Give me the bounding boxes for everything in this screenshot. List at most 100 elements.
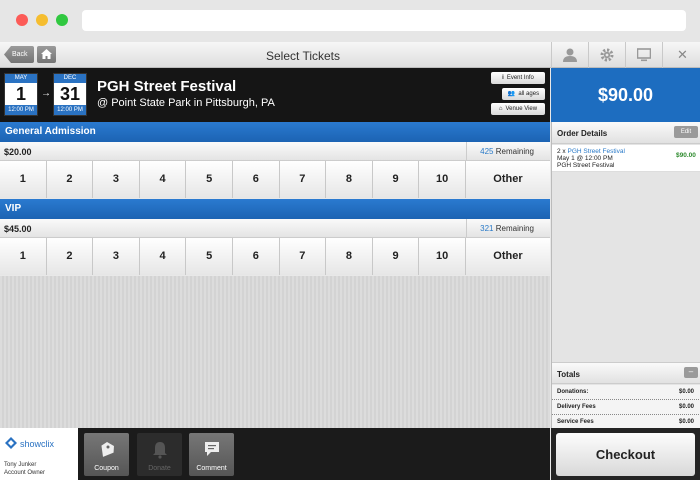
tier-price-row: $20.00 425 Remaining xyxy=(0,142,550,161)
qty-button[interactable]: 8 xyxy=(326,238,373,275)
qty-button[interactable]: 8 xyxy=(326,161,373,198)
qty-button[interactable]: 9 xyxy=(372,161,420,198)
fee-row-donations: Donations: $0.00 xyxy=(552,385,700,400)
close-window-icon[interactable] xyxy=(16,14,28,26)
order-item-title: 2 x PGH Street Festival xyxy=(557,148,625,155)
arrow-right-icon: → xyxy=(41,88,51,99)
event-header: MAY 1 12:00 PM → DEC 31 12:00 PM PGH Str… xyxy=(0,68,550,122)
address-bar[interactable] xyxy=(82,10,686,31)
order-item-price: $90.00 xyxy=(676,152,696,159)
user-name: Tony Junker xyxy=(4,462,37,468)
start-time: 12:00 PM xyxy=(5,105,37,115)
settings-button[interactable] xyxy=(588,42,625,68)
info-icon: i xyxy=(502,75,504,81)
donate-button[interactable]: Donate xyxy=(137,433,182,476)
totals-header: Totals – xyxy=(552,362,700,384)
qty-button[interactable]: 3 xyxy=(93,238,140,275)
tier-price: $20.00 xyxy=(4,147,32,157)
remaining-number: 425 xyxy=(480,147,494,156)
order-line-item: 2 x PGH Street Festival May 1 @ 12:00 PM… xyxy=(552,145,700,172)
fee-label: Delivery Fees xyxy=(557,404,596,410)
tag-icon xyxy=(101,441,114,457)
comment-label: Comment xyxy=(196,465,227,472)
footer-toolbar: showclix Tony Junker Account Owner Coupo… xyxy=(0,428,550,480)
checkout-button[interactable]: Checkout xyxy=(556,433,695,476)
qty-button[interactable]: 2 xyxy=(46,161,94,198)
qty-button[interactable]: 4 xyxy=(139,238,187,275)
page-title: Select Tickets xyxy=(265,49,341,63)
order-item-qty: 2 x xyxy=(557,148,566,155)
event-name: PGH Street Festival xyxy=(97,78,237,95)
fee-value: $0.00 xyxy=(679,389,695,395)
start-date: MAY 1 12:00 PM xyxy=(4,73,38,116)
order-details-title: Order Details xyxy=(557,129,608,138)
fee-row-delivery: Delivery Fees $0.00 xyxy=(552,400,700,415)
remaining-label: Remaining xyxy=(495,147,534,156)
qty-button[interactable]: 1 xyxy=(0,238,47,275)
event-venue: @ Point State Park in Pittsburgh, PA xyxy=(97,97,275,109)
qty-button[interactable]: 3 xyxy=(93,161,140,198)
monitor-icon xyxy=(637,48,651,62)
speech-bubble-icon xyxy=(205,442,219,456)
tier-price: $45.00 xyxy=(4,224,32,234)
totals-title: Totals xyxy=(557,370,580,379)
fee-label: Donations: xyxy=(557,389,589,395)
all-ages-button[interactable]: 👥 all ages xyxy=(502,88,545,100)
qty-button[interactable]: 5 xyxy=(186,161,233,198)
fee-value: $0.00 xyxy=(679,419,695,425)
venue-view-label: Venue View xyxy=(505,106,538,112)
qty-other-button[interactable]: Other xyxy=(465,161,550,198)
order-item-link[interactable]: PGH Street Festival xyxy=(567,148,624,155)
end-date: DEC 31 12:00 PM xyxy=(53,73,87,116)
event-info-button[interactable]: i Event Info xyxy=(491,72,545,84)
order-item-venue: PGH Street Festival xyxy=(557,162,615,169)
user-button[interactable] xyxy=(551,42,588,68)
remaining-count: 321 Remaining xyxy=(466,219,550,238)
coupon-button[interactable]: Coupon xyxy=(84,433,129,476)
fee-value: $0.00 xyxy=(679,404,695,410)
end-time: 12:00 PM xyxy=(54,105,86,115)
qty-button[interactable]: 10 xyxy=(419,238,466,275)
qty-button[interactable]: 7 xyxy=(279,238,327,275)
showclix-logo-icon xyxy=(5,437,17,449)
donate-label: Donate xyxy=(148,465,171,472)
bell-icon xyxy=(153,442,167,459)
tier-header-general-admission: General Admission xyxy=(0,122,550,142)
qty-button[interactable]: 9 xyxy=(372,238,420,275)
qty-button[interactable]: 5 xyxy=(186,238,233,275)
close-icon: ✕ xyxy=(677,47,688,62)
start-day: 1 xyxy=(15,84,26,104)
edit-button[interactable]: Edit xyxy=(674,126,698,138)
user-icon xyxy=(563,48,577,62)
qty-button[interactable]: 1 xyxy=(0,161,47,198)
event-info-label: Event Info xyxy=(506,75,534,81)
empty-content-area xyxy=(0,276,550,428)
qty-button[interactable]: 2 xyxy=(46,238,94,275)
qty-button[interactable]: 4 xyxy=(139,161,187,198)
start-month: MAY xyxy=(5,74,37,83)
top-navigation: Back Select Tickets ✕ xyxy=(0,42,700,68)
qty-button[interactable]: 10 xyxy=(419,161,466,198)
home-small-icon: ⌂ xyxy=(498,106,503,112)
display-button[interactable] xyxy=(625,42,662,68)
coupon-label: Coupon xyxy=(94,465,119,472)
order-sidebar: Order Details Edit 2 x PGH Street Festiv… xyxy=(551,122,700,428)
close-button[interactable]: ✕ xyxy=(662,42,700,68)
maximize-window-icon[interactable] xyxy=(56,14,68,26)
comment-button[interactable]: Comment xyxy=(189,433,234,476)
people-icon: 👥 xyxy=(507,91,516,97)
venue-view-button[interactable]: ⌂ Venue View xyxy=(491,103,545,115)
brand-name: showclix xyxy=(20,439,55,449)
minimize-window-icon[interactable] xyxy=(36,14,48,26)
fee-label: Service Fees xyxy=(557,419,594,425)
quantity-selector: 1 2 3 4 5 6 7 8 9 10 Other xyxy=(0,238,550,275)
tier-header-vip: VIP xyxy=(0,199,550,219)
qty-button[interactable]: 6 xyxy=(232,238,280,275)
qty-button[interactable]: 7 xyxy=(279,161,327,198)
remaining-number: 321 xyxy=(480,224,494,233)
collapse-totals-button[interactable]: – xyxy=(684,367,698,378)
qty-button[interactable]: 6 xyxy=(232,161,280,198)
qty-other-button[interactable]: Other xyxy=(465,238,550,275)
remaining-count: 425 Remaining xyxy=(466,142,550,161)
end-day: 31 xyxy=(59,84,81,104)
